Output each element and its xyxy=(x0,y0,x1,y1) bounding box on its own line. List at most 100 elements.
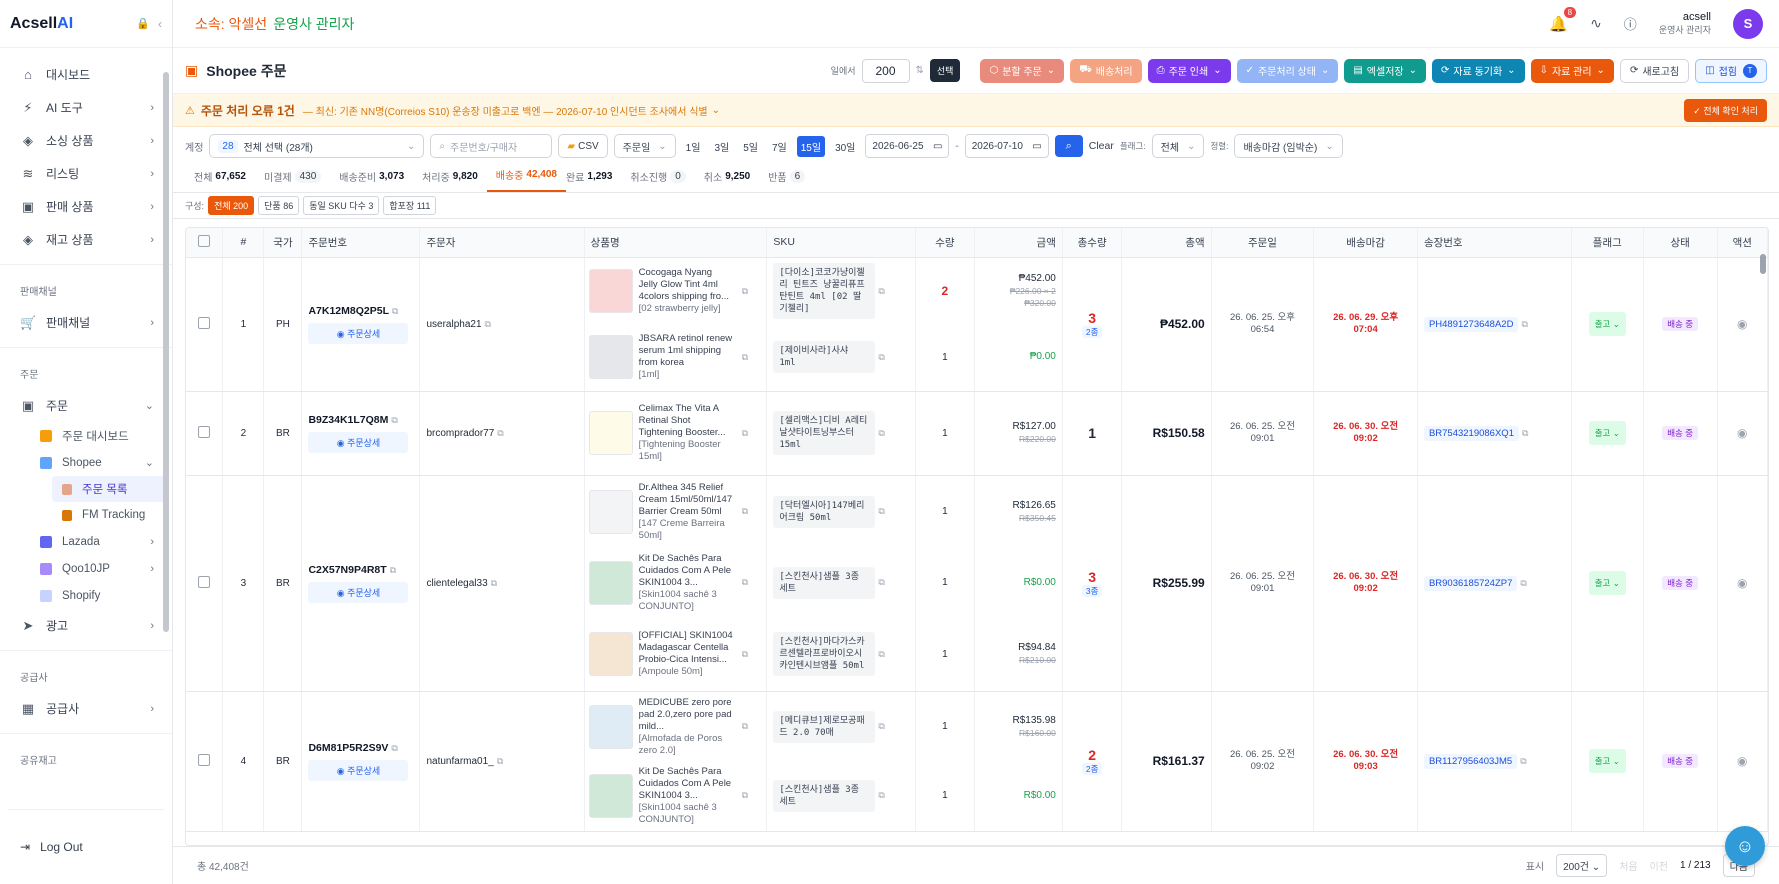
copy-icon[interactable]: ⧉ xyxy=(1520,578,1526,588)
col-total[interactable]: 총액 xyxy=(1121,228,1212,258)
col-order-date[interactable]: 주문일 xyxy=(1211,228,1315,258)
col-tracking[interactable]: 송장번호 xyxy=(1417,228,1572,258)
order-detail-button[interactable]: ◉ 주문상세 xyxy=(308,322,409,344)
copy-icon[interactable]: ⧉ xyxy=(390,565,396,575)
copy-icon[interactable]: ⧉ xyxy=(1520,756,1526,766)
prev-page-button[interactable]: 이전 xyxy=(1650,858,1668,873)
help-icon[interactable]: ⓘ xyxy=(1624,14,1637,33)
sidebar-item-orders[interactable]: ▣ 주문 ⌄ xyxy=(0,389,172,422)
range-30d[interactable]: 30일 xyxy=(831,136,859,157)
order-number[interactable]: D6M81P5R2S9V xyxy=(308,742,388,754)
tracking-number[interactable]: BR9036185724ZP7 xyxy=(1423,575,1518,591)
date-to-input[interactable]: 2026-07-10 ▭ xyxy=(964,134,1049,158)
table-row[interactable]: 4 BR D6M81P5R2S9V ⧉ ◉ 주문상세 natunfarma01_ ⧉ MEDI… xyxy=(186,691,1768,832)
order-number[interactable]: B9Z34K1L7Q8M xyxy=(308,414,388,426)
data-manage-button[interactable]: ⇩ 자료 관리 ⌄ xyxy=(1530,58,1614,83)
copy-icon[interactable]: ⧉ xyxy=(742,721,748,732)
sidebar-scrollbar[interactable] xyxy=(163,72,169,632)
collapse-sidebar-icon[interactable]: ‹ xyxy=(158,17,162,31)
row-checkbox[interactable] xyxy=(198,425,211,438)
col-qty[interactable]: 수량 xyxy=(915,228,975,258)
select-all-checkbox[interactable] xyxy=(186,228,224,258)
product-name[interactable]: Dr.Althea 345 Relief Cream 15ml/50ml/147… xyxy=(639,482,733,542)
tab-unpaid[interactable]: 미결제 430 xyxy=(255,169,330,192)
notification-bell-icon[interactable]: 🔔 8 xyxy=(1549,6,1577,33)
col-sku[interactable]: SKU xyxy=(766,228,917,258)
order-status-button[interactable]: ✓ 주문처리 상태 ⌄ xyxy=(1236,58,1339,83)
col-flag[interactable]: 플래그 xyxy=(1571,228,1644,258)
view-eye-icon[interactable]: ◉ xyxy=(1737,754,1747,768)
copy-icon[interactable]: ⧉ xyxy=(878,790,884,801)
range-3d[interactable]: 3일 xyxy=(710,136,733,157)
copy-icon[interactable]: ⧉ xyxy=(878,428,884,439)
sidebar-item-shopify[interactable]: Shopify xyxy=(0,582,172,609)
tracking-number[interactable]: BR1127956403JM5 xyxy=(1423,753,1518,769)
sidebar-item-channels[interactable]: 🛒 판매채널 › xyxy=(0,306,172,339)
sort-select[interactable]: 배송마감 (임박순) ⌄ xyxy=(1234,134,1343,158)
limit-input[interactable]: 200 xyxy=(861,58,910,83)
range-15d[interactable]: 15일 xyxy=(796,135,826,157)
logout-button[interactable]: ⇥ Log Out xyxy=(20,840,83,854)
composition-tag[interactable]: 단품 86 xyxy=(258,196,300,215)
flag-select[interactable]: 출고 ⌄ xyxy=(1588,749,1626,773)
view-eye-icon[interactable]: ◉ xyxy=(1737,317,1747,331)
row-checkbox[interactable] xyxy=(198,316,211,329)
tab-processing[interactable]: 처리중 9,820 xyxy=(413,169,487,192)
composition-tag[interactable]: 동일 SKU 다수 3 xyxy=(303,196,380,215)
activity-icon[interactable]: ∿ xyxy=(1590,15,1602,32)
col-buyer[interactable]: 주문자 xyxy=(419,228,585,258)
sidebar-item-shopee[interactable]: Shopee ⌄ xyxy=(0,449,172,476)
per-page-select[interactable]: 200건 ⌄ xyxy=(1556,854,1608,877)
order-detail-button[interactable]: ◉ 주문상세 xyxy=(308,431,409,453)
first-page-button[interactable]: 처음 xyxy=(1619,858,1637,873)
product-name[interactable]: Celimax The Vita A Retinal Shot Tighteni… xyxy=(639,403,733,463)
col-total-qty[interactable]: 총수량 xyxy=(1062,228,1123,258)
sidebar-item-fm-tracking[interactable]: FM Tracking xyxy=(0,502,172,528)
copy-icon[interactable]: ⧉ xyxy=(742,577,748,588)
row-checkbox[interactable] xyxy=(198,753,211,766)
tab-ready[interactable]: 배송준비 3,073 xyxy=(330,169,413,192)
sidebar-item-inventory[interactable]: ◈ 재고 상품 › xyxy=(0,223,172,256)
copy-icon[interactable]: ⧉ xyxy=(391,415,397,425)
table-row[interactable]: 2 BR B9Z34K1L7Q8M ⧉ ◉ 주문상세 brcomprador77 ⧉ Celi… xyxy=(186,391,1768,476)
copy-icon[interactable]: ⧉ xyxy=(878,352,884,363)
sidebar-item-order-dashboard[interactable]: 주문 대시보드 xyxy=(0,422,172,449)
order-number[interactable]: A7K12M8Q2P5L xyxy=(308,305,389,317)
date-from-input[interactable]: 2026-06-25 ▭ xyxy=(865,134,950,158)
sidebar-item-sales-products[interactable]: ▣ 판매 상품 › xyxy=(0,190,172,223)
col-status[interactable]: 상태 xyxy=(1643,228,1718,258)
col-action[interactable]: 액션 xyxy=(1717,228,1768,258)
copy-icon[interactable]: ⧉ xyxy=(742,286,748,297)
copy-icon[interactable]: ⧉ xyxy=(742,649,748,660)
tracking-number[interactable]: BR7543219086XQ1 xyxy=(1423,425,1519,441)
copy-icon[interactable]: ⧉ xyxy=(1521,319,1527,329)
logo[interactable]: AcsellAI xyxy=(10,15,73,33)
confirm-all-button[interactable]: ✓ 전체 확인 처리 xyxy=(1684,98,1767,122)
ship-process-button[interactable]: ⛟ 배송처리 xyxy=(1070,58,1142,83)
copy-icon[interactable]: ⧉ xyxy=(485,319,491,329)
print-order-button[interactable]: ⎙ 주문 인쇄 ⌄ xyxy=(1147,58,1231,83)
clear-button[interactable]: Clear xyxy=(1089,140,1114,152)
copy-icon[interactable]: ⧉ xyxy=(878,649,884,660)
chat-support-icon[interactable]: ☺ xyxy=(1725,826,1765,866)
excel-save-button[interactable]: ▤ 엑셀저장 ⌄ xyxy=(1344,58,1426,83)
flag-select[interactable]: 출고 ⌄ xyxy=(1588,421,1626,445)
table-row[interactable]: 1 PH A7K12M8Q2P5L ⧉ ◉ 주문상세 useralpha21 ⧉ Cocoga… xyxy=(186,257,1768,392)
col-num[interactable]: # xyxy=(222,228,265,258)
product-name[interactable]: Kit De Sachês Para Cuidados Com A Pele S… xyxy=(639,766,733,826)
copy-icon[interactable]: ⧉ xyxy=(742,352,748,363)
order-detail-button[interactable]: ◉ 주문상세 xyxy=(308,759,409,781)
copy-icon[interactable]: ⧉ xyxy=(491,578,497,588)
copy-icon[interactable]: ⧉ xyxy=(742,506,748,517)
sidebar-item-supplier[interactable]: ▦ 공급사 › xyxy=(0,692,172,725)
flag-select[interactable]: 전체 ⌄ xyxy=(1151,134,1205,158)
chevron-down-icon[interactable]: ⌄ xyxy=(712,105,720,116)
refresh-button[interactable]: ⟳ 새로고침 xyxy=(1619,58,1690,83)
copy-icon[interactable]: ⧉ xyxy=(391,743,397,753)
product-name[interactable]: JBSARA retinol renew serum 1ml shipping … xyxy=(639,333,733,381)
tab-shipping[interactable]: 배송중 42,408 xyxy=(486,167,566,192)
sidebar-item-sourcing[interactable]: ◈ 소싱 상품 › xyxy=(0,124,172,157)
user-info[interactable]: acsell 운영사 관리자 xyxy=(1659,11,1711,37)
table-scrollbar[interactable] xyxy=(1760,254,1766,274)
copy-icon[interactable]: ⧉ xyxy=(878,577,884,588)
